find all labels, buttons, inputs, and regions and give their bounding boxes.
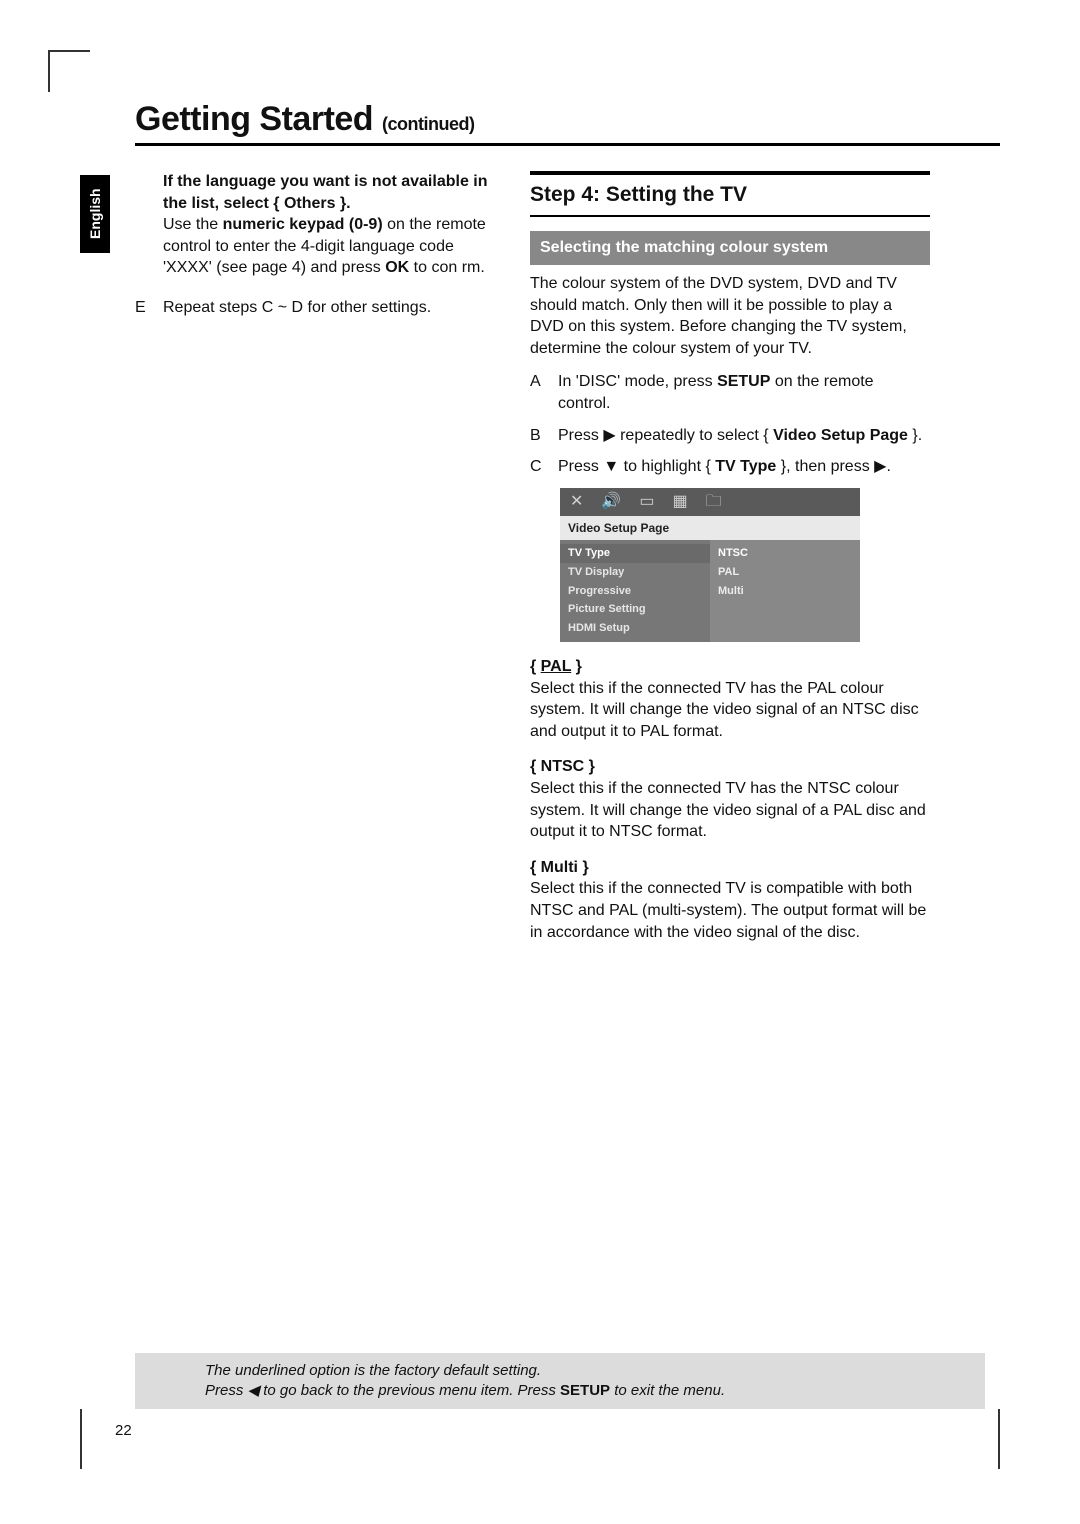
section-intro: The colour system of the DVD system, DVD… (530, 273, 930, 359)
osd-body: TV Type TV Display Progressive Picture S… (560, 540, 860, 642)
page-title-area: Getting Started (continued) (135, 100, 1000, 146)
osd-screenshot: ✕ 🔊 ▭ ▦ 🗀 Video Setup Page TV Type TV Di… (560, 488, 860, 642)
text: }, then press (776, 458, 874, 475)
text: In 'DISC' mode, press (558, 373, 717, 390)
manual-page: English Getting Started (continued) If t… (0, 0, 1080, 1524)
title-main: Getting Started (135, 100, 373, 138)
text: Press (558, 427, 603, 444)
page-number: 22 (115, 1422, 132, 1439)
step-rule (530, 171, 930, 175)
osd-menu-item: TV Display (560, 563, 710, 582)
step-heading: Step 4: Setting the TV (530, 181, 930, 209)
osd-menu: TV Type TV Display Progressive Picture S… (560, 540, 710, 642)
step-b-text: Press repeatedly to select { Video Setup… (558, 425, 922, 447)
tv-type-label: TV Type (715, 458, 776, 475)
repeat-text: Repeat steps C ~ D for other settings. (163, 297, 431, 319)
arrow-left-icon (248, 1382, 260, 1399)
osd-icon-bar: ✕ 🔊 ▭ ▦ 🗀 (560, 488, 860, 516)
tools-icon: ✕ (570, 491, 583, 513)
video-setup-page-label: Video Setup Page (773, 427, 908, 444)
step-a-text: In 'DISC' mode, press SETUP on the remot… (558, 371, 930, 414)
text: to go back to the previous menu item. Pr… (259, 1382, 560, 1399)
text: to highlight { (619, 458, 715, 475)
repeat-step: E Repeat steps C ~ D for other settings. (135, 297, 495, 319)
step-a: A In 'DISC' mode, press SETUP on the rem… (530, 371, 930, 414)
text: Press (205, 1382, 248, 1399)
text: }. (908, 427, 922, 444)
hint-text-c: to con rm. (409, 259, 485, 276)
option-multi-body: Select this if the connected TV is compa… (530, 878, 930, 943)
osd-value: NTSC (710, 544, 860, 563)
language-tab: English (80, 175, 110, 253)
text: Press (558, 458, 603, 475)
arrow-down-icon (603, 458, 619, 475)
step-b: B Press repeatedly to select { Video Set… (530, 425, 930, 447)
osd-value: Multi (710, 582, 860, 601)
crop-mark (80, 1409, 82, 1469)
osd-title: Video Setup Page (560, 516, 860, 540)
step-rule (530, 215, 930, 217)
ntsc-label: NTSC (541, 758, 585, 775)
text: . (886, 458, 890, 475)
step-c: C Press to highlight { TV Type }, then p… (530, 456, 930, 478)
grid-icon: ▦ (672, 491, 687, 513)
option-pal-body: Select this if the connected TV has the … (530, 678, 930, 743)
speaker-icon: 🔊 (601, 491, 621, 513)
page-title: Getting Started (continued) (135, 100, 1000, 139)
tips-box: The underlined option is the factory def… (135, 1353, 985, 1410)
text: to exit the menu. (610, 1382, 725, 1399)
step-marker: C (530, 456, 548, 478)
step-marker: B (530, 425, 548, 447)
hint-text-a: Use the (163, 216, 223, 233)
setup-label: SETUP (717, 373, 770, 390)
step-marker: E (135, 297, 153, 319)
osd-value: PAL (710, 563, 860, 582)
arrow-right-icon (603, 427, 615, 444)
ok-label: OK (385, 259, 409, 276)
osd-menu-item: HDMI Setup (560, 619, 710, 638)
osd-menu-item: Picture Setting (560, 600, 710, 619)
arrow-right-icon (874, 458, 886, 475)
step-marker: A (530, 371, 548, 414)
osd-values: NTSC PAL Multi (710, 540, 860, 642)
folder-icon: 🗀 (706, 491, 722, 513)
content-columns: If the language you want is not availabl… (135, 171, 1000, 943)
option-ntsc-body: Select this if the connected TV has the … (530, 778, 930, 843)
tips-line2: Press to go back to the previous menu it… (205, 1382, 725, 1399)
multi-label: Multi (541, 859, 578, 876)
osd-menu-item: Progressive (560, 582, 710, 601)
option-multi-head: { Multi } (530, 857, 930, 879)
title-continued: (continued) (382, 114, 474, 134)
section-subheading: Selecting the matching colour system (530, 231, 930, 265)
numeric-keypad-label: numeric keypad (0-9) (223, 216, 383, 233)
crop-mark (48, 50, 90, 92)
setup-label: SETUP (560, 1382, 610, 1399)
step-c-text: Press to highlight { TV Type }, then pre… (558, 456, 891, 478)
tips-line1: The underlined option is the factory def… (205, 1362, 541, 1379)
option-ntsc-head: { NTSC } (530, 756, 930, 778)
title-rule (135, 143, 1000, 146)
left-column: If the language you want is not availabl… (135, 171, 495, 943)
pal-label: PAL (541, 658, 572, 675)
display-icon: ▭ (639, 491, 654, 513)
option-pal-head: { PAL } (530, 656, 930, 678)
hint-bold: If the language you want is not availabl… (163, 173, 488, 212)
right-column: Step 4: Setting the TV Selecting the mat… (530, 171, 930, 943)
language-hint: If the language you want is not availabl… (163, 171, 495, 279)
crop-mark (998, 1409, 1000, 1469)
text: repeatedly to select { (616, 427, 773, 444)
osd-menu-item: TV Type (560, 544, 710, 563)
